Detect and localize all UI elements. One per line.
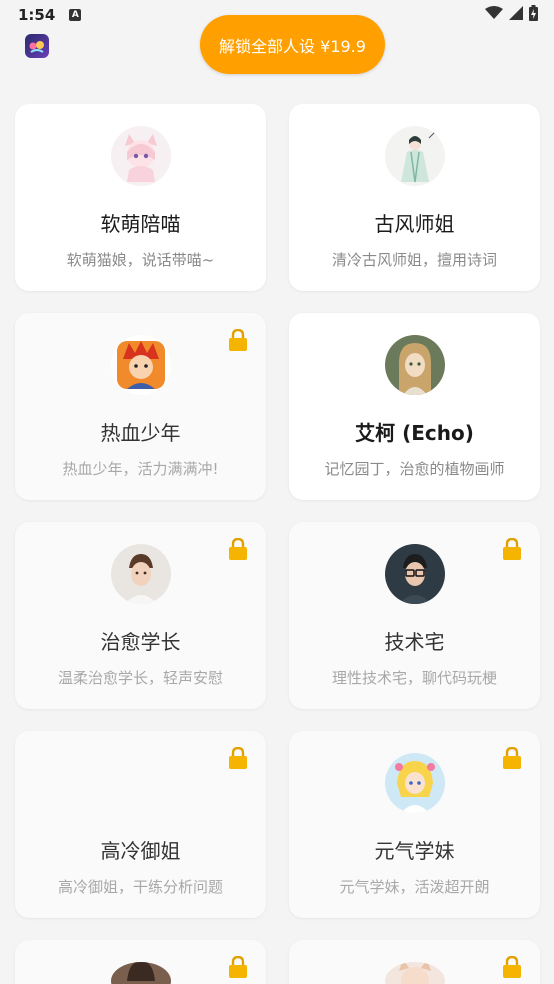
persona-desc: 热血少年，活力满满冲! bbox=[62, 460, 219, 478]
persona-desc: 高冷御姐，干练分析问题 bbox=[57, 878, 223, 896]
persona-title: 元气学妹 bbox=[374, 839, 455, 863]
persona-title: 治愈学长 bbox=[100, 630, 181, 654]
persona-desc: 温柔治愈学长，轻声安慰 bbox=[57, 669, 223, 687]
persona-card[interactable]: 治愈学长 温柔治愈学长，轻声安慰 bbox=[15, 522, 266, 709]
persona-card[interactable]: 技术宅 理性技术宅，聊代码玩梗 bbox=[289, 522, 540, 709]
persona-grid: 软萌陪喵 软萌猫娘，说话带喵~ 古风师姐 清冷古风师姐，擅用诗词 热血少年 热血… bbox=[15, 104, 541, 984]
wifi-icon bbox=[485, 6, 503, 24]
keyboard-badge-icon: A bbox=[69, 9, 82, 21]
battery-icon bbox=[529, 5, 538, 25]
persona-title: 技术宅 bbox=[384, 630, 445, 654]
persona-title: 艾柯 (Echo) bbox=[355, 421, 474, 445]
persona-title: 热血少年 bbox=[100, 421, 181, 445]
lock-icon bbox=[502, 956, 522, 978]
persona-card[interactable]: 软萌陪喵 软萌猫娘，说话带喵~ bbox=[15, 104, 266, 291]
lock-icon bbox=[228, 956, 248, 978]
cool-lady-avatar-placeholder bbox=[111, 753, 171, 813]
lock-icon bbox=[502, 747, 522, 769]
persona-desc: 记忆园丁，治愈的植物画师 bbox=[324, 460, 505, 478]
hot-blooded-boy-avatar bbox=[110, 335, 171, 395]
persona-desc: 理性技术宅，聊代码玩梗 bbox=[331, 669, 497, 687]
persona-desc: 清冷古风师姐，擅用诗词 bbox=[331, 251, 497, 269]
persona-card[interactable] bbox=[15, 940, 266, 984]
signal-icon bbox=[509, 6, 523, 24]
energetic-junior-avatar bbox=[384, 753, 445, 813]
persona-card[interactable]: 高冷御姐 高冷御姐，干练分析问题 bbox=[15, 731, 266, 918]
persona-card[interactable]: 热血少年 热血少年，活力满满冲! bbox=[15, 313, 266, 500]
persona-title: 古风师姐 bbox=[374, 212, 455, 236]
lock-icon bbox=[228, 329, 248, 351]
status-time: 1:54 bbox=[18, 6, 56, 24]
lock-icon bbox=[502, 538, 522, 560]
ancient-style-avatar bbox=[384, 126, 445, 186]
app-icon[interactable] bbox=[25, 34, 49, 58]
unlock-all-button[interactable]: 解锁全部人设 ¥19.9 bbox=[200, 15, 385, 74]
persona-avatar bbox=[110, 962, 171, 984]
lock-icon bbox=[228, 747, 248, 769]
persona-title: 软萌陪喵 bbox=[100, 212, 181, 236]
persona-card[interactable]: 元气学妹 元气学妹，活泼超开朗 bbox=[289, 731, 540, 918]
persona-title: 高冷御姐 bbox=[100, 839, 181, 863]
echo-avatar bbox=[384, 335, 445, 395]
tech-geek-avatar bbox=[384, 544, 445, 604]
gentle-senior-avatar bbox=[110, 544, 171, 604]
persona-avatar bbox=[384, 962, 445, 984]
persona-card[interactable]: 古风师姐 清冷古风师姐，擅用诗词 bbox=[289, 104, 540, 291]
persona-desc: 元气学妹，活泼超开朗 bbox=[339, 878, 490, 896]
persona-card[interactable] bbox=[289, 940, 540, 984]
persona-card[interactable]: 艾柯 (Echo) 记忆园丁，治愈的植物画师 bbox=[289, 313, 540, 500]
cat-girl-avatar bbox=[110, 126, 171, 186]
persona-desc: 软萌猫娘，说话带喵~ bbox=[66, 251, 215, 269]
lock-icon bbox=[228, 538, 248, 560]
